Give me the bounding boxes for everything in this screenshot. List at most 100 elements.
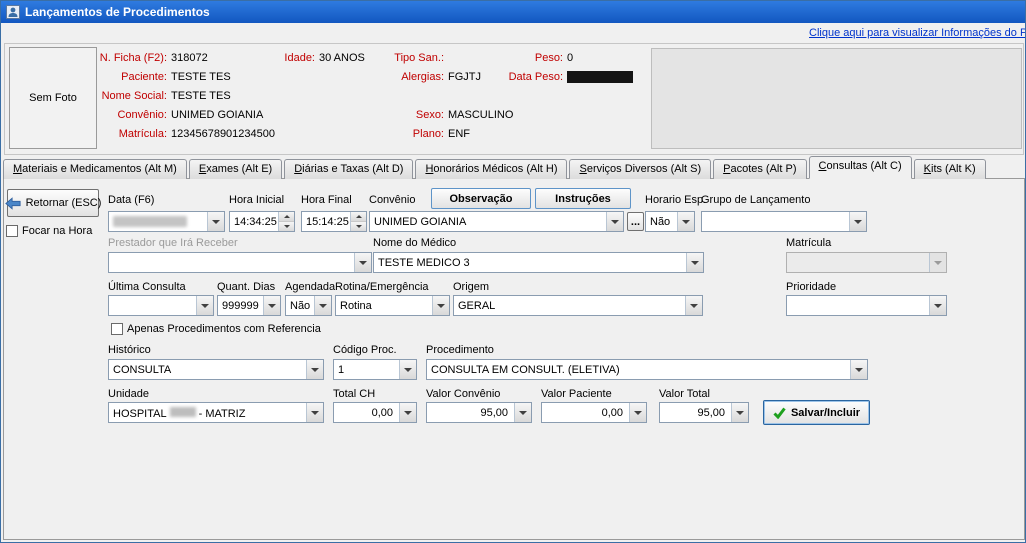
field-value: UNIMED GOIANIA (171, 109, 263, 121)
procedimento-value: CONSULTA EM CONSULT. (ELETIVA) (427, 360, 850, 379)
spinner-down-icon[interactable] (279, 222, 294, 231)
apenas-referencia-checkbox[interactable]: Apenas Procedimentos com Referencia (111, 323, 321, 335)
tab-pacotes[interactable]: Pacotes (Alt P) (713, 159, 806, 179)
historico-label: Histórico (108, 344, 151, 356)
salvar-incluir-button[interactable]: Salvar/Incluir (763, 400, 870, 425)
observacao-button[interactable]: Observação (431, 188, 531, 209)
valor-paciente-combobox[interactable]: 0,00 (541, 402, 647, 423)
field-label: Paciente: (89, 71, 167, 83)
chevron-down-icon[interactable] (731, 403, 748, 422)
chevron-down-icon[interactable] (399, 403, 416, 422)
instrucoes-button[interactable]: Instruções (535, 188, 631, 209)
field-value: TESTE TES (171, 90, 231, 102)
valor-convenio-value: 95,00 (427, 403, 514, 422)
tab-honorarios-medicos[interactable]: Honorários Médicos (Alt H) (415, 159, 567, 179)
patient-field-alergias: Alergias: FGJTJ (386, 71, 481, 83)
ultima-consulta-combobox[interactable] (108, 295, 214, 316)
chevron-down-icon[interactable] (686, 253, 703, 272)
tab-consultas[interactable]: Consultas (Alt C) (809, 156, 912, 179)
field-label: N. Ficha (F2): (89, 52, 167, 64)
agendada-label: Agendada (285, 281, 335, 293)
more-options-button[interactable]: ... (627, 212, 644, 231)
grupo-lancamento-combobox[interactable] (701, 211, 867, 232)
retornar-button[interactable]: Retornar (ESC) (7, 189, 99, 217)
unidade-combobox[interactable]: HOSPITAL- MATRIZ (108, 402, 324, 423)
chevron-down-icon[interactable] (306, 403, 323, 422)
valor-convenio-combobox[interactable]: 95,00 (426, 402, 532, 423)
spinner-buttons[interactable] (350, 212, 366, 231)
chevron-down-icon[interactable] (399, 360, 416, 379)
chevron-down-icon[interactable] (432, 296, 449, 315)
hora-final-spinner[interactable]: 15:14:25 (301, 211, 367, 232)
chevron-down-icon[interactable] (677, 212, 694, 231)
total-ch-combobox[interactable]: 0,00 (333, 402, 417, 423)
field-label: Nome Social: (89, 90, 167, 102)
field-label: Matrícula: (89, 128, 167, 140)
prioridade-combobox[interactable] (786, 295, 947, 316)
nome-medico-combobox[interactable]: TESTE MEDICO 3 (373, 252, 704, 273)
prestador-combobox[interactable] (108, 252, 372, 273)
data-label: Data (F6) (108, 194, 154, 206)
chevron-down-icon[interactable] (514, 403, 531, 422)
chevron-down-icon[interactable] (929, 296, 946, 315)
field-label: Convênio: (89, 109, 167, 121)
codigo-proc-combobox[interactable]: 1 (333, 359, 417, 380)
tab-exames[interactable]: Exames (Alt E) (189, 159, 282, 179)
patient-field-ficha: N. Ficha (F2): 318072 (89, 52, 208, 64)
tab-materiais-medicamentos[interactable]: Materiais e Medicamentos (Alt M) (3, 159, 187, 179)
codigo-proc-value: 1 (334, 360, 399, 379)
chevron-down-icon[interactable] (850, 360, 867, 379)
agendada-value: Não (286, 296, 314, 315)
data-combobox[interactable] (108, 211, 225, 232)
unidade-label: Unidade (108, 388, 149, 400)
tab-kits[interactable]: Kits (Alt K) (914, 159, 986, 179)
tab-diarias-taxas[interactable]: Diárias e Taxas (Alt D) (284, 159, 413, 179)
rotina-emergencia-combobox[interactable]: Rotina (335, 295, 450, 316)
chevron-down-icon[interactable] (685, 296, 702, 315)
field-label: Alergias: (386, 71, 444, 83)
checkbox-box[interactable] (111, 323, 123, 335)
photo-placeholder: Sem Foto (9, 47, 97, 149)
patient-field-plano: Plano: ENF (386, 128, 470, 140)
checkbox-label: Focar na Hora (22, 225, 92, 237)
field-label: Sexo: (386, 109, 444, 121)
horario-esp-label: Horario Esp. (645, 194, 706, 206)
focar-na-hora-checkbox[interactable]: Focar na Hora (6, 225, 92, 237)
chevron-down-icon[interactable] (606, 212, 623, 231)
ultima-consulta-label: Última Consulta (108, 281, 186, 293)
procedimento-label: Procedimento (426, 344, 494, 356)
valor-total-combobox[interactable]: 95,00 (659, 402, 749, 423)
spinner-up-icon[interactable] (351, 212, 366, 222)
horario-esp-combobox[interactable]: Não (645, 211, 695, 232)
historico-combobox[interactable]: CONSULTA (108, 359, 324, 380)
chevron-down-icon[interactable] (207, 212, 224, 231)
tab-servicos-diversos[interactable]: Serviços Diversos (Alt S) (569, 159, 711, 179)
spinner-up-icon[interactable] (279, 212, 294, 222)
horario-esp-value: Não (646, 212, 677, 231)
spinner-buttons[interactable] (278, 212, 294, 231)
total-ch-value: 0,00 (334, 403, 399, 422)
checkbox-box[interactable] (6, 225, 18, 237)
chevron-down-icon[interactable] (306, 360, 323, 379)
quant-dias-label: Quant. Dias (217, 281, 275, 293)
chevron-down-icon[interactable] (629, 403, 646, 422)
origem-combobox[interactable]: GERAL (453, 295, 703, 316)
procedimento-combobox[interactable]: CONSULTA EM CONSULT. (ELETIVA) (426, 359, 868, 380)
chevron-down-icon[interactable] (196, 296, 213, 315)
agendada-combobox[interactable]: Não (285, 295, 332, 316)
prestador-value (109, 253, 354, 272)
spinner-down-icon[interactable] (351, 222, 366, 231)
chevron-down-icon[interactable] (314, 296, 331, 315)
chevron-down-icon[interactable] (849, 212, 866, 231)
patient-info-link[interactable]: Clique aqui para visualizar Informações … (809, 27, 1026, 39)
hora-final-label: Hora Final (301, 194, 352, 206)
chevron-down-icon[interactable] (354, 253, 371, 272)
prioridade-value (787, 296, 929, 315)
quant-dias-combobox[interactable]: 999999 (217, 295, 281, 316)
hora-inicial-spinner[interactable]: 14:34:25 (229, 211, 295, 232)
field-label: Tipo San.: (386, 52, 444, 64)
convenio-combobox[interactable]: UNIMED GOIANIA (369, 211, 624, 232)
matricula-value (787, 253, 929, 272)
chevron-down-icon[interactable] (263, 296, 280, 315)
patient-field-tipo-san: Tipo San.: (386, 52, 448, 64)
